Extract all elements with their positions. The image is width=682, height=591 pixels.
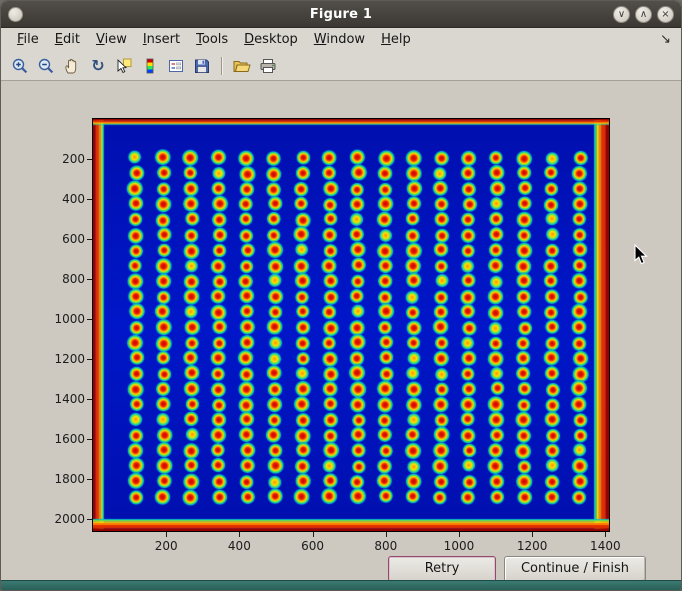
pan-button[interactable]	[60, 54, 84, 77]
taskbar-strip	[1, 580, 681, 590]
print-button[interactable]	[256, 54, 280, 77]
window-title: Figure 1	[310, 7, 372, 22]
x-tick-mark	[239, 532, 240, 537]
open-file-button[interactable]	[230, 54, 254, 77]
y-tick-label: 600	[39, 232, 85, 246]
window-controls: ∨ ∧ ×	[613, 6, 674, 23]
toolbar: ↻	[1, 51, 681, 81]
x-tick-label: 1400	[590, 539, 621, 553]
printer-icon	[258, 57, 278, 75]
menu-edit[interactable]: Edit	[47, 30, 88, 50]
menu-file[interactable]: File	[9, 30, 47, 50]
x-tick-label: 600	[301, 539, 324, 553]
data-cursor-button[interactable]	[112, 54, 136, 77]
insert-colorbar-button[interactable]	[138, 54, 162, 77]
x-tick-mark	[459, 532, 460, 537]
open-folder-icon	[232, 57, 252, 75]
pan-hand-icon	[63, 57, 81, 75]
legend-icon	[167, 57, 185, 75]
x-tick-mark	[313, 532, 314, 537]
titlebar[interactable]: Figure 1 ∨ ∧ ×	[1, 1, 681, 28]
x-tick-mark	[605, 532, 606, 537]
x-tick-label: 1000	[444, 539, 475, 553]
heatmap-image[interactable]	[92, 118, 610, 532]
menu-insert[interactable]: Insert	[135, 30, 188, 50]
retry-button[interactable]: Retry	[388, 556, 496, 582]
zoom-out-button[interactable]	[34, 54, 58, 77]
figure-canvas-area: 200 400 600 800 1000 1200 1400 200 400 600 800 1000…	[1, 81, 681, 581]
y-tick-label: 800	[39, 272, 85, 286]
data-cursor-icon	[115, 57, 133, 75]
x-tick-mark	[166, 532, 167, 537]
close-button[interactable]: ×	[657, 6, 674, 23]
zoom-out-icon	[37, 57, 55, 75]
save-floppy-icon	[193, 57, 211, 75]
x-tick-label: 1200	[517, 539, 548, 553]
save-button[interactable]	[190, 54, 214, 77]
insert-legend-button[interactable]	[164, 54, 188, 77]
zoom-in-icon	[11, 57, 29, 75]
y-tick-label: 2000	[39, 512, 85, 526]
menu-window[interactable]: Window	[306, 30, 373, 50]
colorbar-icon	[141, 57, 159, 75]
continue-finish-button[interactable]: Continue / Finish	[504, 556, 646, 582]
y-tick-label: 1200	[39, 352, 85, 366]
x-tick-mark	[532, 532, 533, 537]
y-tick-label: 1400	[39, 392, 85, 406]
y-tick-label: 1800	[39, 472, 85, 486]
rotate-3d-icon: ↻	[91, 58, 104, 74]
menu-tools[interactable]: Tools	[188, 30, 236, 50]
menu-desktop[interactable]: Desktop	[236, 30, 306, 50]
y-tick-label: 200	[39, 152, 85, 166]
zoom-in-button[interactable]	[8, 54, 32, 77]
window-menu-icon[interactable]	[8, 7, 23, 22]
y-tick-label: 1000	[39, 312, 85, 326]
x-tick-label: 400	[228, 539, 251, 553]
menu-view[interactable]: View	[88, 30, 135, 50]
y-tick-label: 400	[39, 192, 85, 206]
figure-window: Figure 1 ∨ ∧ × File Edit View Insert Too…	[0, 0, 682, 591]
toolbar-separator	[221, 57, 223, 75]
menu-corner-arrow-icon[interactable]: ↘	[660, 32, 673, 47]
x-tick-mark	[386, 532, 387, 537]
y-tick-label: 1600	[39, 432, 85, 446]
maximize-button[interactable]: ∧	[635, 6, 652, 23]
menubar: File Edit View Insert Tools Desktop Wind…	[1, 28, 681, 51]
rotate-3d-button[interactable]: ↻	[86, 54, 110, 77]
x-tick-label: 200	[155, 539, 178, 553]
shade-button[interactable]: ∨	[613, 6, 630, 23]
x-tick-label: 800	[374, 539, 397, 553]
menu-help[interactable]: Help	[373, 30, 419, 50]
